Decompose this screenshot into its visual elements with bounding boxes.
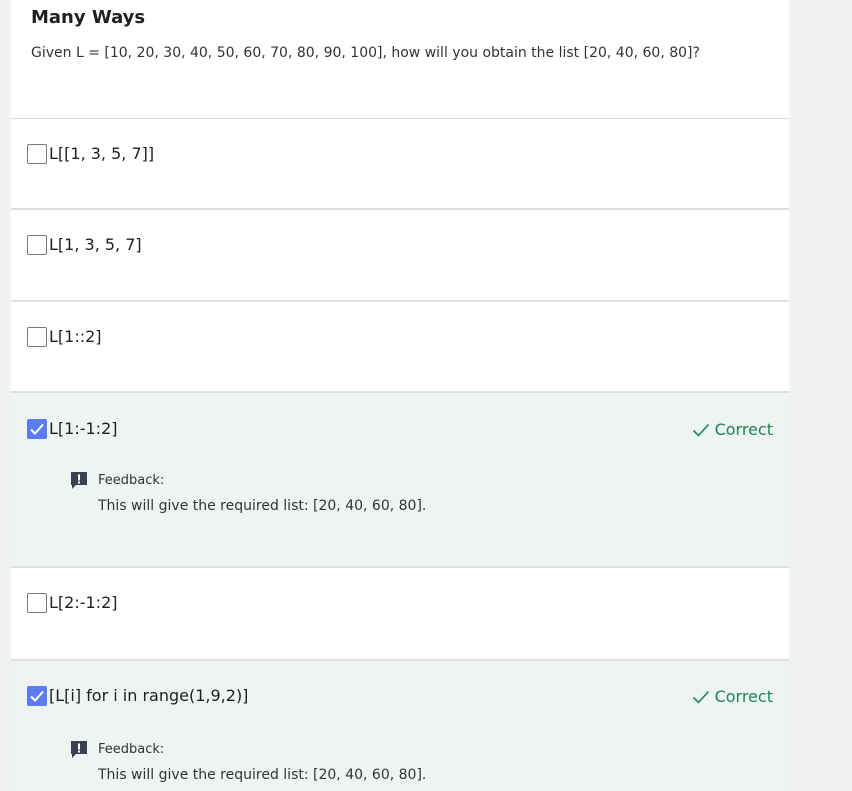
correct-status: Correct — [692, 687, 773, 706]
option-item-correct[interactable]: [L[i] for i in range(1,9,2)] Correct Fee… — [11, 661, 789, 791]
option-item[interactable]: L[2:-1:2] — [11, 568, 789, 661]
checkmark-icon — [30, 423, 44, 435]
question-text: Given L = [10, 20, 30, 40, 50, 60, 70, 8… — [31, 45, 700, 61]
option-label: [L[i] for i in range(1,9,2)] — [49, 686, 249, 705]
question-header: Many Ways Given L = [10, 20, 30, 40, 50,… — [11, 0, 789, 119]
quiz-title: Many Ways — [31, 7, 146, 28]
option-item[interactable]: L[[1, 3, 5, 7]] — [11, 119, 789, 210]
option-item-correct[interactable]: L[1:-1:2] Correct Feedback: This will gi… — [11, 393, 789, 568]
correct-status-text: Correct — [714, 420, 773, 439]
feedback-label: Feedback: — [98, 472, 165, 488]
checkmark-icon — [30, 690, 44, 702]
correct-check-icon — [692, 690, 709, 704]
option-label: L[1::2] — [49, 327, 102, 346]
feedback-block: Feedback: This will give the required li… — [69, 739, 426, 783]
correct-status-text: Correct — [714, 687, 773, 706]
option-checkbox[interactable] — [27, 144, 47, 164]
option-label: L[[1, 3, 5, 7]] — [49, 144, 155, 163]
option-checkbox-checked[interactable] — [27, 686, 47, 706]
option-checkbox[interactable] — [27, 235, 47, 255]
feedback-block: Feedback: This will give the required li… — [69, 470, 426, 514]
option-checkbox[interactable] — [27, 327, 47, 347]
option-label: L[2:-1:2] — [49, 593, 118, 612]
feedback-text: This will give the required list: [20, 4… — [98, 498, 427, 514]
option-item[interactable]: L[1::2] — [11, 302, 789, 393]
option-item[interactable]: L[1, 3, 5, 7] — [11, 210, 789, 302]
option-label: L[1, 3, 5, 7] — [49, 235, 142, 254]
quiz-card: Many Ways Given L = [10, 20, 30, 40, 50,… — [11, 0, 789, 791]
feedback-label: Feedback: — [98, 741, 165, 757]
correct-status: Correct — [692, 420, 773, 439]
correct-check-icon — [692, 423, 709, 437]
option-checkbox[interactable] — [27, 593, 47, 613]
option-label: L[1:-1:2] — [49, 419, 118, 438]
feedback-exclamation-icon — [71, 472, 87, 489]
feedback-exclamation-icon — [71, 741, 87, 758]
option-checkbox-checked[interactable] — [27, 419, 47, 439]
